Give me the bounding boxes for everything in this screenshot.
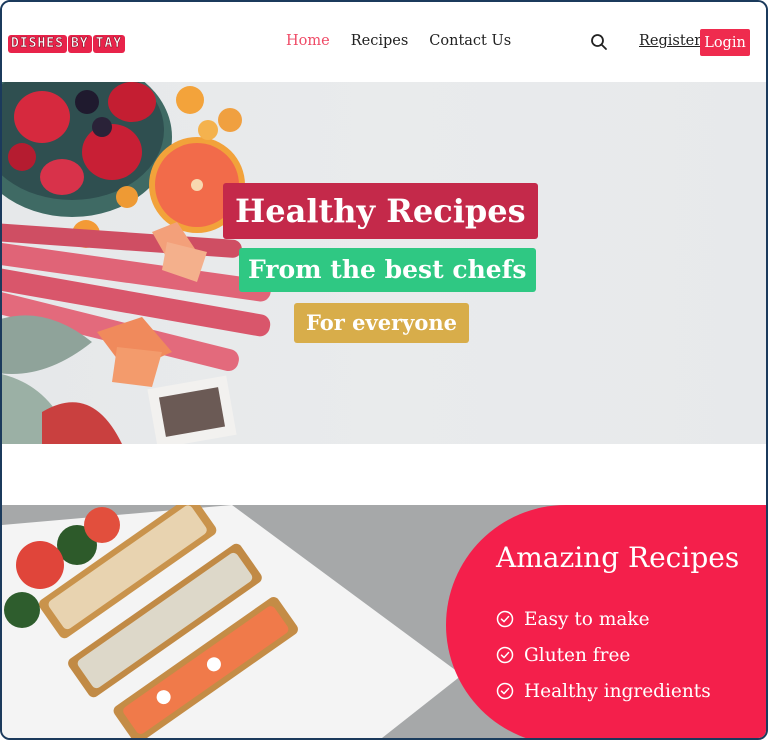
register-link[interactable]: Register — [639, 33, 701, 49]
feature-section: Amazing Recipes Easy to make Gluten free — [2, 505, 766, 738]
check-circle-icon — [496, 610, 514, 628]
feature-item: Gluten free — [496, 637, 711, 673]
login-button[interactable]: Login — [700, 29, 750, 56]
feature-item-label: Gluten free — [524, 644, 631, 666]
feature-title: Amazing Recipes — [496, 541, 740, 574]
logo-word-1: DISHES — [8, 35, 67, 53]
hero-tagline: For everyone — [294, 303, 469, 343]
feature-card: Amazing Recipes Easy to make Gluten free — [446, 505, 766, 738]
check-circle-icon — [496, 646, 514, 664]
nav-recipes-link[interactable]: Recipes — [351, 33, 409, 49]
browser-frame: DISHES BY TAY Home Recipes Contact Us Re… — [0, 0, 768, 740]
logo-word-2: BY — [67, 35, 92, 53]
check-circle-icon — [496, 682, 514, 700]
site-header: DISHES BY TAY Home Recipes Contact Us Re… — [2, 2, 766, 82]
hero-banner: Healthy Recipes From the best chefs For … — [2, 82, 766, 444]
feature-item-label: Healthy ingredients — [524, 680, 711, 702]
nav-home-link[interactable]: Home — [286, 33, 330, 49]
hero-title: Healthy Recipes — [223, 183, 538, 239]
feature-item: Easy to make — [496, 601, 711, 637]
feature-item: Healthy ingredients — [496, 673, 711, 709]
feature-item-label: Easy to make — [524, 608, 650, 630]
main-nav: Home Recipes Contact Us — [286, 33, 511, 49]
nav-contact-link[interactable]: Contact Us — [429, 33, 511, 49]
logo-word-3: TAY — [92, 35, 126, 53]
search-icon[interactable] — [590, 33, 608, 51]
hero-subtitle: From the best chefs — [239, 248, 536, 292]
feature-list: Easy to make Gluten free Healthy ingredi… — [496, 601, 711, 709]
site-logo[interactable]: DISHES BY TAY — [8, 35, 126, 53]
